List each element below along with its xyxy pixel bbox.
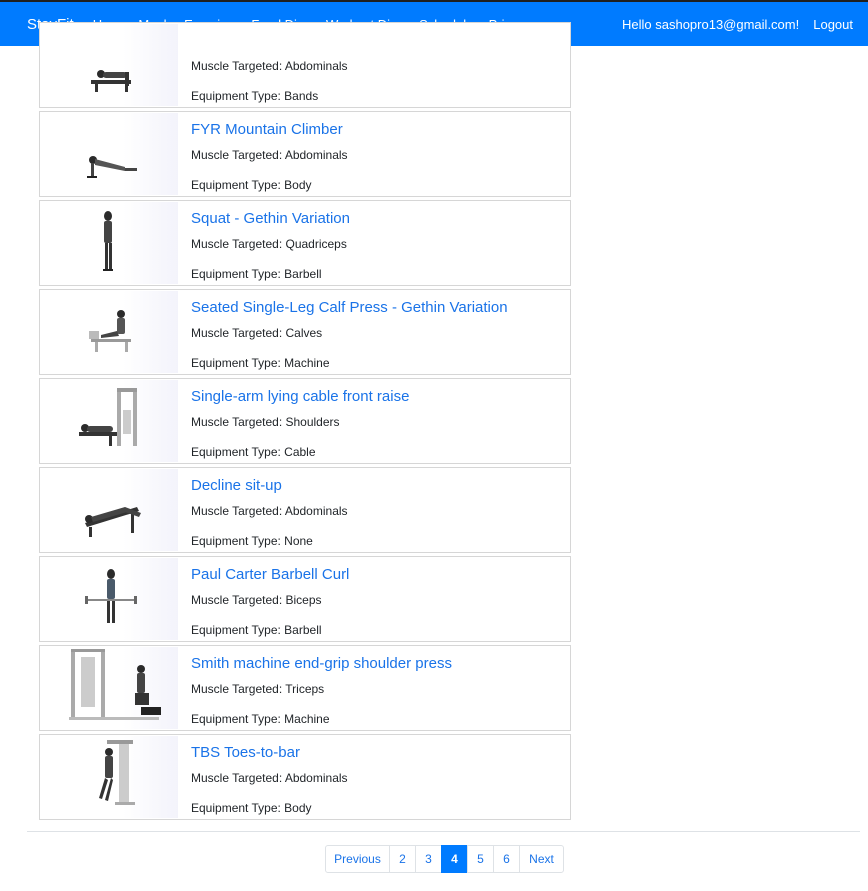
- muscle-targeted: Muscle Targeted: Abdominals: [191, 148, 348, 162]
- exercise-card: Decline sit-up Muscle Targeted: Abdomina…: [39, 467, 571, 553]
- equipment-type: Equipment Type: Cable: [191, 445, 316, 459]
- pagination-page-4-active[interactable]: 4: [441, 845, 468, 873]
- exercise-cable-machine-figure: [79, 388, 137, 446]
- exercise-hanging-figure: [99, 740, 135, 805]
- exercise-smith-machine-figure: [69, 649, 161, 720]
- exercise-seated-machine-figure: [89, 310, 131, 352]
- exercise-list: Muscle Targeted: Abdominals Equipment Ty…: [39, 22, 571, 823]
- exercise-title-link[interactable]: Decline sit-up: [191, 477, 282, 494]
- equipment-type: Equipment Type: Barbell: [191, 623, 322, 637]
- pagination-page-5[interactable]: 5: [467, 845, 494, 873]
- pagination-previous-button[interactable]: Previous: [325, 845, 390, 873]
- equipment-type: Equipment Type: Machine: [191, 356, 330, 370]
- exercise-title-link[interactable]: Seated Single-Leg Calf Press - Gethin Va…: [191, 299, 508, 316]
- exercise-image[interactable]: [41, 291, 178, 373]
- exercise-card: Paul Carter Barbell Curl Muscle Targeted…: [39, 556, 571, 642]
- exercise-decline-bench-figure: [85, 507, 141, 537]
- exercise-card: TBS Toes-to-bar Muscle Targeted: Abdomin…: [39, 734, 571, 820]
- logout-button[interactable]: Logout: [813, 17, 853, 32]
- exercise-image[interactable]: [41, 736, 178, 818]
- exercise-image[interactable]: [41, 647, 178, 729]
- nav-user-area: Hello sashopro13@gmail.com! Logout: [622, 17, 868, 32]
- muscle-targeted: Muscle Targeted: Quadriceps: [191, 237, 347, 251]
- exercise-card: FYR Mountain Climber Muscle Targeted: Ab…: [39, 111, 571, 197]
- exercise-plank-figure: [87, 156, 137, 178]
- muscle-targeted: Muscle Targeted: Abdominals: [191, 504, 348, 518]
- exercise-card: Squat - Gethin Variation Muscle Targeted…: [39, 200, 571, 286]
- equipment-type: Equipment Type: Machine: [191, 712, 330, 726]
- pagination-page-3[interactable]: 3: [415, 845, 442, 873]
- exercise-card: Single-arm lying cable front raise Muscl…: [39, 378, 571, 464]
- equipment-type: Equipment Type: Bands: [191, 89, 319, 103]
- equipment-type: Equipment Type: Barbell: [191, 267, 322, 281]
- exercise-image[interactable]: [41, 469, 178, 551]
- exercise-image[interactable]: [41, 24, 178, 106]
- equipment-type: Equipment Type: Body: [191, 801, 312, 815]
- user-greeting-link[interactable]: Hello sashopro13@gmail.com!: [622, 17, 799, 32]
- exercise-card: Seated Single-Leg Calf Press - Gethin Va…: [39, 289, 571, 375]
- exercise-title-link[interactable]: Single-arm lying cable front raise: [191, 388, 409, 405]
- exercise-title-link[interactable]: Paul Carter Barbell Curl: [191, 566, 349, 583]
- pagination: Previous 2 3 4 5 6 Next: [325, 845, 564, 873]
- pagination-page-2[interactable]: 2: [389, 845, 416, 873]
- pagination-page-6[interactable]: 6: [493, 845, 520, 873]
- exercise-title-link[interactable]: Squat - Gethin Variation: [191, 210, 350, 227]
- muscle-targeted: Muscle Targeted: Abdominals: [191, 59, 348, 73]
- muscle-targeted: Muscle Targeted: Calves: [191, 326, 323, 340]
- muscle-targeted: Muscle Targeted: Shoulders: [191, 415, 340, 429]
- exercise-image[interactable]: [41, 202, 178, 284]
- exercise-image[interactable]: [41, 558, 178, 640]
- exercise-card: Muscle Targeted: Abdominals Equipment Ty…: [39, 22, 571, 108]
- exercise-image[interactable]: [41, 380, 178, 462]
- equipment-type: Equipment Type: None: [191, 534, 313, 548]
- equipment-type: Equipment Type: Body: [191, 178, 312, 192]
- exercise-bench-figure: [91, 70, 131, 92]
- pagination-next-button[interactable]: Next: [519, 845, 564, 873]
- exercise-standing-figure: [103, 211, 113, 271]
- exercise-title-link[interactable]: FYR Mountain Climber: [191, 121, 343, 138]
- exercise-card: Smith machine end-grip shoulder press Mu…: [39, 645, 571, 731]
- exercise-title-link[interactable]: TBS Toes-to-bar: [191, 744, 300, 761]
- muscle-targeted: Muscle Targeted: Triceps: [191, 682, 325, 696]
- exercise-image[interactable]: [41, 113, 178, 195]
- exercise-title-link[interactable]: Smith machine end-grip shoulder press: [191, 655, 452, 672]
- muscle-targeted: Muscle Targeted: Abdominals: [191, 771, 348, 785]
- exercise-barbell-figure: [85, 569, 137, 623]
- footer-divider: [27, 831, 860, 832]
- muscle-targeted: Muscle Targeted: Biceps: [191, 593, 322, 607]
